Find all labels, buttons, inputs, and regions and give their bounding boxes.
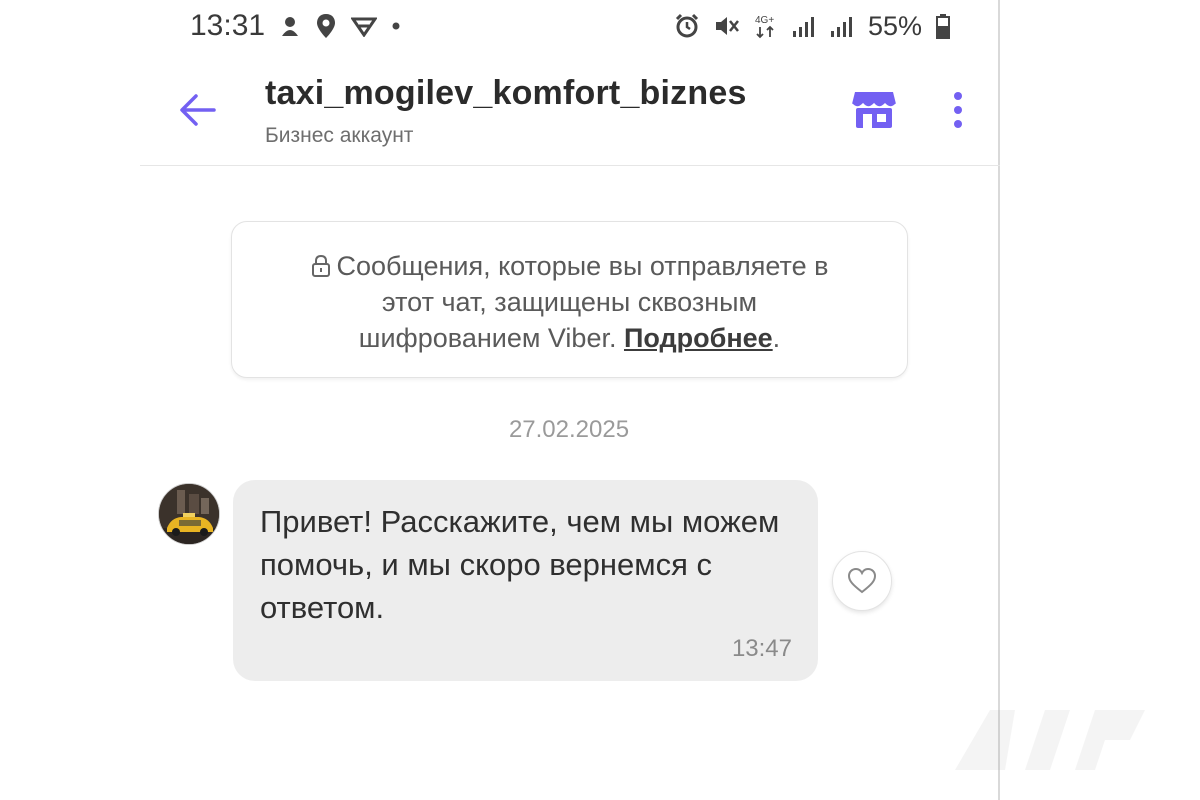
notice-line-3: шифрованием Viber. Подробнее. <box>232 320 907 356</box>
shop-button[interactable] <box>850 88 898 132</box>
heart-icon <box>847 567 877 594</box>
notice-period: . <box>772 323 781 353</box>
notice-line-1: Сообщения, которые вы отправляете в <box>232 248 907 284</box>
taxi-avatar-image <box>159 484 219 544</box>
chat-title[interactable]: taxi_mogilev_komfort_biznes <box>265 74 747 113</box>
more-button[interactable] <box>940 86 976 134</box>
vpn-icon <box>351 15 378 37</box>
date-separator: 27.02.2025 <box>508 416 630 443</box>
notification-icon <box>279 14 301 38</box>
dot-icon <box>391 21 401 31</box>
location-icon <box>315 13 337 39</box>
like-button[interactable] <box>832 551 892 611</box>
status-time: 13:31 <box>190 9 266 42</box>
chat-header: taxi_mogilev_komfort_biznes Бизнес аккау… <box>140 60 1000 166</box>
watermark-logo <box>945 700 1175 780</box>
shop-icon <box>851 92 897 128</box>
encryption-notice: Сообщения, которые вы отправляете в этот… <box>231 221 908 378</box>
battery-percent: 55% <box>867 10 922 41</box>
message-text: Привет! Расскажите, чем мы можем помочь,… <box>260 504 780 625</box>
back-button[interactable] <box>176 88 220 132</box>
learn-more-link[interactable]: Подробнее <box>624 323 773 353</box>
viber-chat-screen: 13:31 4G+ 55% taxi_mogilev_komfort_bizne… <box>0 0 1200 800</box>
status-left: 13:31 <box>190 9 401 43</box>
mute-icon <box>714 14 740 38</box>
signal-icon <box>830 15 854 37</box>
battery-icon <box>936 13 950 39</box>
network-icon: 4G+ <box>754 13 778 39</box>
more-vertical-icon <box>954 92 962 128</box>
message-bubble[interactable]: Привет! Расскажите, чем мы можем помочь,… <box>233 480 818 681</box>
notice-line-2: этот чат, защищены сквозным <box>381 287 758 317</box>
avatar[interactable] <box>158 483 220 545</box>
message-time: 13:47 <box>731 635 792 662</box>
status-bar: 13:31 4G+ 55% <box>190 6 950 46</box>
status-right: 4G+ 55% <box>674 11 950 42</box>
chat-subtitle: Бизнес аккаунт <box>265 124 414 147</box>
signal-icon <box>792 15 816 37</box>
notice-text-1: Сообщения, которые вы отправляете в <box>336 251 829 281</box>
notice-text-3: шифрованием Viber. <box>358 323 624 353</box>
arrow-left-icon <box>180 94 216 126</box>
alarm-icon <box>674 13 700 39</box>
lock-icon <box>311 254 330 277</box>
network-type-label: 4G+ <box>755 15 774 26</box>
